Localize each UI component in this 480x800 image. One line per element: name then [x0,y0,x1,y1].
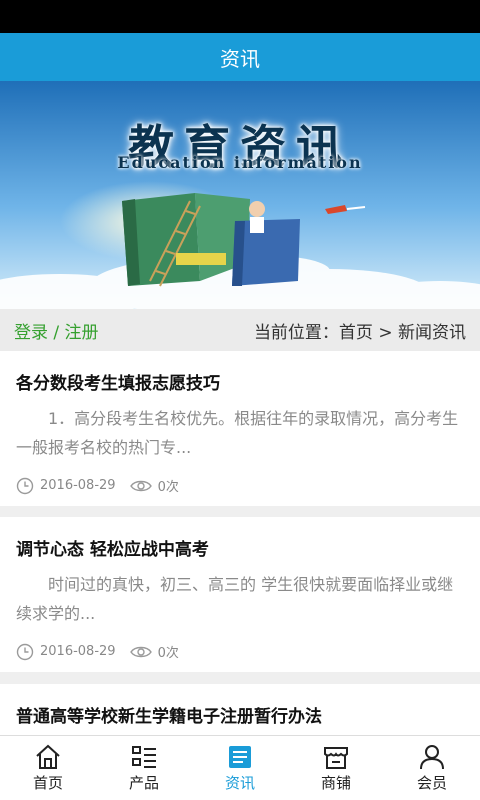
article-meta: 2016-08-29 0次 [16,642,464,661]
eye-icon [129,646,152,657]
product-list-icon [132,745,156,768]
page-title-text: 资讯 [220,46,260,71]
tab-member-label: 会员 [416,773,447,792]
register-link[interactable]: 注册 [65,323,99,343]
tab-products-label: 产品 [128,773,159,792]
breadcrumb-bar: 登录 / 注册 当前位置：首页 > 新闻资讯 [0,309,480,351]
clock-icon [16,643,34,660]
tab-store[interactable]: 商铺 [288,736,384,800]
store-icon [324,746,348,769]
article-title[interactable]: 调节心态 轻松应战中高考 [16,535,464,560]
article-date: 2016-08-29 [40,478,116,493]
article-date: 2016-08-29 [40,644,116,659]
eye-icon [129,480,152,491]
bottom-tab-bar: 首页 产品 资讯 商铺 会员 [0,735,480,800]
tab-member[interactable]: 会员 [384,736,480,800]
home-icon [36,744,60,769]
tab-home[interactable]: 首页 [0,736,96,800]
article-card[interactable]: 各分数段考生填报志愿技巧 1．高分段考生名校优先。根据往年的录取情况，高分考生一… [0,351,480,506]
article-title[interactable]: 各分数段考生填报志愿技巧 [16,369,464,394]
article-excerpt: 时间过的真快，初三、高三的 学生很快就要面临择业或继续求学的... [16,575,454,623]
article-views: 0次 [157,480,179,495]
article-card[interactable]: 调节心态 轻松应战中高考 时间过的真快，初三、高三的 学生很快就要面临择业或继续… [0,517,480,672]
news-icon [229,745,251,768]
page-title: 资讯 [0,33,480,81]
article-title[interactable]: 普通高等学校新生学籍电子注册暂行办法 [16,702,464,727]
clock-icon [16,477,34,494]
banner: 教育资讯 Education information [0,81,480,309]
breadcrumb: 当前位置：首页 > 新闻资讯 [253,322,466,343]
tab-news[interactable]: 资讯 [192,736,288,800]
article-excerpt: 1．高分段考生名校优先。根据往年的录取情况，高分考生一般报考名校的热门专... [16,409,459,457]
article-views: 0次 [157,646,179,661]
user-icon [420,744,444,769]
auth-links: 登录 / 注册 [14,318,99,343]
article-meta: 2016-08-29 0次 [16,476,464,495]
tab-news-label: 资讯 [224,773,255,792]
tab-home-label: 首页 [32,773,63,792]
login-link[interactable]: 登录 [14,323,48,343]
tab-products[interactable]: 产品 [96,736,192,800]
banner-subtitle: Education information [117,153,363,172]
auth-separator: / [48,322,65,343]
status-bar [0,0,480,33]
tab-store-label: 商铺 [320,773,351,792]
